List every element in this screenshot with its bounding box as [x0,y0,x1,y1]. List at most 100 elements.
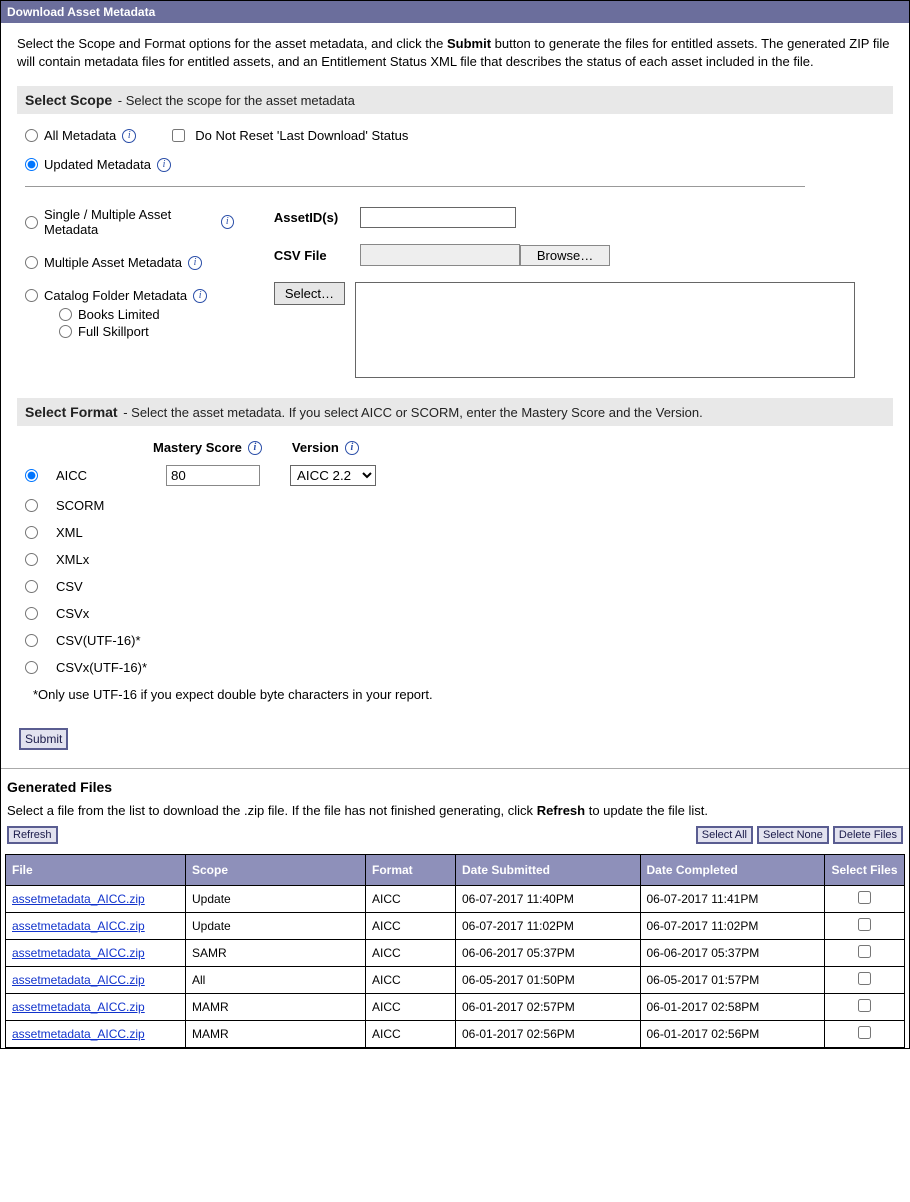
generated-files-table: File Scope Format Date Submitted Date Co… [5,854,905,1048]
radio-format-csv-utf16[interactable] [25,634,38,647]
assetid-input[interactable] [360,207,516,228]
col-file: File [6,855,186,886]
radio-all-metadata[interactable] [25,129,38,142]
intro-text: Select the Scope and Format options for … [17,35,893,70]
file-link[interactable]: assetmetadata_AICC.zip [12,892,145,906]
submit-button[interactable]: Submit [19,728,68,750]
label-format-aicc: AICC [56,468,166,483]
row-checkbox[interactable] [858,891,871,904]
select-format-title: Select Format [25,404,118,420]
info-icon[interactable]: i [193,289,207,303]
label-format-csvx: CSVx [56,606,166,621]
label-single-multiple: Single / Multiple Asset Metadata [44,207,215,237]
radio-format-xmlx[interactable] [25,553,38,566]
table-row: assetmetadata_AICC.zipMAMRAICC06-01-2017… [6,1021,905,1048]
info-icon[interactable]: i [122,129,136,143]
row-checkbox[interactable] [858,999,871,1012]
radio-format-xml[interactable] [25,526,38,539]
divider [25,186,805,187]
refresh-button[interactable]: Refresh [7,826,58,844]
table-row: assetmetadata_AICC.zipAllAICC06-05-2017 … [6,967,905,994]
select-scope-header: Select Scope - Select the scope for the … [17,86,893,114]
radio-full-skillport[interactable] [59,325,72,338]
table-row: assetmetadata_AICC.zipUpdateAICC06-07-20… [6,886,905,913]
cell-submitted: 06-01-2017 02:56PM [456,1021,641,1048]
cell-completed: 06-07-2017 11:02PM [640,913,825,940]
mastery-score-input[interactable] [166,465,260,486]
label-do-not-reset: Do Not Reset 'Last Download' Status [195,128,408,143]
col-scope: Scope [186,855,366,886]
cell-format: AICC [366,967,456,994]
cell-completed: 06-05-2017 01:57PM [640,967,825,994]
select-format-header: Select Format - Select the asset metadat… [17,398,893,426]
radio-format-scorm[interactable] [25,499,38,512]
select-all-button[interactable]: Select All [696,826,753,844]
radio-format-csv[interactable] [25,580,38,593]
mastery-score-label: Mastery Score [153,440,242,455]
col-completed: Date Completed [640,855,825,886]
table-row: assetmetadata_AICC.zipSAMRAICC06-06-2017… [6,940,905,967]
radio-single-multiple[interactable] [25,216,38,229]
info-icon[interactable]: i [248,441,262,455]
label-format-csv-utf16: CSV(UTF-16)* [56,633,166,648]
radio-multiple[interactable] [25,256,38,269]
cell-submitted: 06-06-2017 05:37PM [456,940,641,967]
version-select[interactable]: AICC 2.2 [290,465,376,486]
radio-books-limited[interactable] [59,308,72,321]
radio-format-csvx[interactable] [25,607,38,620]
label-format-csv: CSV [56,579,166,594]
cell-scope: Update [186,886,366,913]
radio-updated-metadata[interactable] [25,158,38,171]
select-scope-desc: - Select the scope for the asset metadat… [118,93,355,108]
divider [1,768,909,769]
info-icon[interactable]: i [188,256,202,270]
select-scope-title: Select Scope [25,92,112,108]
file-link[interactable]: assetmetadata_AICC.zip [12,919,145,933]
select-none-button[interactable]: Select None [757,826,829,844]
col-select: Select Files [825,855,905,886]
row-checkbox[interactable] [858,945,871,958]
radio-catalog-folder[interactable] [25,289,38,302]
info-icon[interactable]: i [221,215,234,229]
info-icon[interactable]: i [345,441,359,455]
label-format-csvx-utf16: CSVx(UTF-16)* [56,660,166,675]
checkbox-do-not-reset[interactable] [172,129,185,142]
cell-format: AICC [366,1021,456,1048]
delete-files-button[interactable]: Delete Files [833,826,903,844]
label-format-xmlx: XMLx [56,552,166,567]
radio-format-csvx-utf16[interactable] [25,661,38,674]
row-checkbox[interactable] [858,1026,871,1039]
label-format-xml: XML [56,525,166,540]
cell-completed: 06-06-2017 05:37PM [640,940,825,967]
generated-files-desc: Select a file from the list to download … [7,803,903,818]
label-catalog-folder: Catalog Folder Metadata [44,288,187,303]
cell-completed: 06-07-2017 11:41PM [640,886,825,913]
cell-submitted: 06-05-2017 01:50PM [456,967,641,994]
cell-submitted: 06-07-2017 11:02PM [456,913,641,940]
label-updated-metadata: Updated Metadata [44,157,151,172]
col-format: Format [366,855,456,886]
row-checkbox[interactable] [858,972,871,985]
file-link[interactable]: assetmetadata_AICC.zip [12,1027,145,1041]
label-format-scorm: SCORM [56,498,166,513]
row-checkbox[interactable] [858,918,871,931]
cell-format: AICC [366,994,456,1021]
cell-scope: All [186,967,366,994]
csv-file-display [360,244,520,266]
label-full-skillport: Full Skillport [78,324,149,339]
catalog-textarea[interactable] [355,282,855,378]
select-button[interactable]: Select… [274,282,345,305]
table-row: assetmetadata_AICC.zipUpdateAICC06-07-20… [6,913,905,940]
csv-label: CSV File [274,248,360,263]
file-link[interactable]: assetmetadata_AICC.zip [12,973,145,987]
intro-bold: Submit [447,36,491,51]
radio-format-aicc[interactable] [25,469,38,482]
file-link[interactable]: assetmetadata_AICC.zip [12,946,145,960]
file-link[interactable]: assetmetadata_AICC.zip [12,1000,145,1014]
cell-completed: 06-01-2017 02:58PM [640,994,825,1021]
cell-format: AICC [366,913,456,940]
cell-scope: Update [186,913,366,940]
info-icon[interactable]: i [157,158,171,172]
browse-button[interactable]: Browse… [520,245,610,266]
cell-format: AICC [366,940,456,967]
